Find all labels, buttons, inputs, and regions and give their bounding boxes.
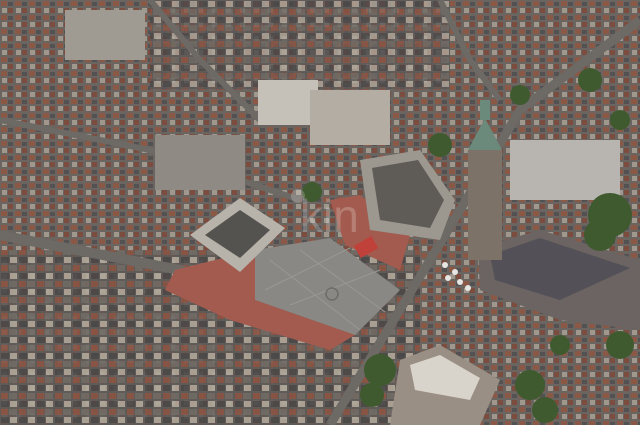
- west-block: [155, 135, 245, 190]
- tower-top: [480, 100, 490, 120]
- city-blocks-north: [150, 0, 450, 90]
- north-block-2: [310, 90, 390, 145]
- north-block: [258, 80, 318, 125]
- aerial-photo: [0, 0, 640, 425]
- east-modern-block: [510, 140, 620, 200]
- church-tower: [468, 150, 502, 260]
- northwest-block: [65, 10, 145, 60]
